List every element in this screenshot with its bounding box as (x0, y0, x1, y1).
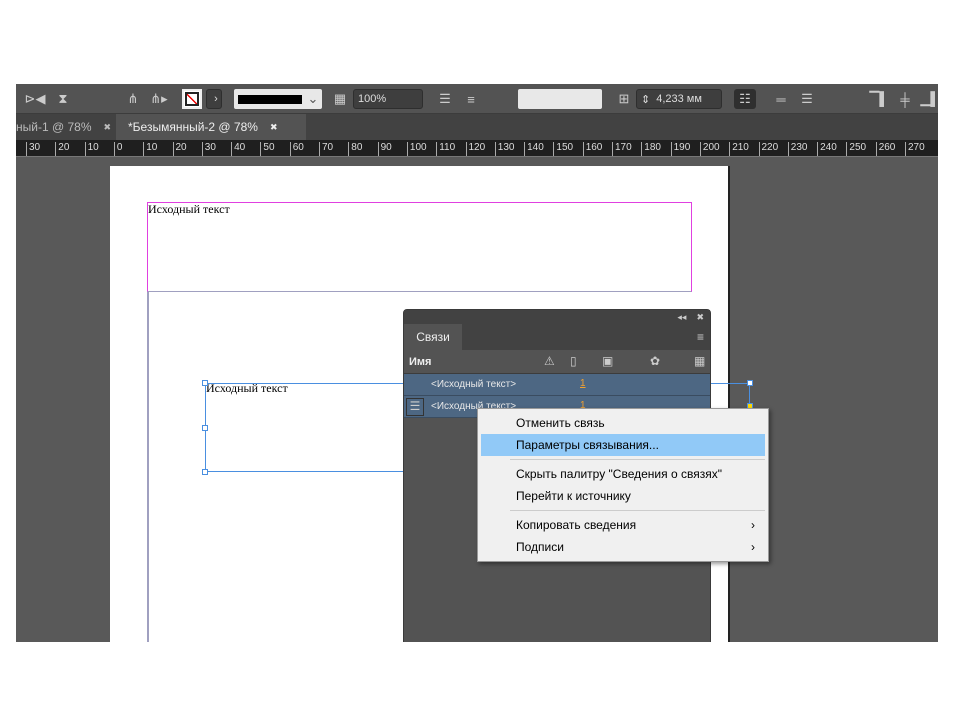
menu-item-label: Подписи (516, 540, 564, 554)
selection-handle[interactable] (202, 425, 208, 431)
tab-label: *Безымянный-2 @ 78% (128, 120, 258, 134)
align-bottom-icon[interactable]: ▁▌ (920, 89, 938, 109)
ruler-label: 200 (699, 142, 720, 156)
control-panel: ⊳◀ ⧗ ⋔ ⋔▸ › ⌄ ▦ 100% ☰ ≡ ⊞ ⇕ 4,233 мм ☷ ═… (16, 84, 938, 114)
menu-separator (510, 459, 765, 460)
opacity-value: 100% (358, 93, 387, 105)
columns-icon: ⊞ (618, 91, 630, 106)
ruler-label: 120 (465, 142, 485, 156)
tab-label: ный-1 @ 78% (16, 120, 92, 134)
align-top-icon[interactable]: ▔▌ (869, 89, 888, 109)
ruler-label: 270 (905, 142, 925, 156)
ruler-label: 10 (143, 142, 157, 156)
text-wrap-icon[interactable]: ☰ (436, 89, 454, 109)
close-icon[interactable]: ✖ (270, 122, 278, 133)
column-name-header[interactable]: Имя (409, 356, 431, 368)
menu-item-hide-link-info[interactable]: Скрыть палитру "Сведения о связях" (481, 463, 765, 485)
ruler-label: 70 (319, 142, 333, 156)
ruler-label: 190 (670, 142, 690, 156)
close-icon[interactable]: ✖ (696, 312, 704, 323)
link-page[interactable]: 1 (580, 378, 586, 389)
menu-item-go-to-source[interactable]: Перейти к источнику (481, 485, 765, 507)
menu-separator (510, 510, 765, 511)
ruler-label: 170 (612, 142, 632, 156)
document-icon: ☰ (406, 398, 424, 416)
menu-item-link-options[interactable]: Параметры связывания... (481, 434, 765, 456)
link-name: <Исходный текст> (431, 379, 517, 390)
ruler-label: 30 (26, 142, 40, 156)
stroke-none-icon[interactable] (182, 89, 202, 109)
tab-document-1[interactable]: ный-1 @ 78% ✖ (16, 114, 123, 140)
context-menu: Отменить связь Параметры связывания... С… (477, 408, 769, 562)
ruler-label: 230 (787, 142, 807, 156)
ruler-label: 100 (406, 142, 427, 156)
ruler-label: 150 (553, 142, 573, 156)
ruler-label: 90 (377, 142, 392, 156)
margin-guide (147, 292, 149, 642)
collapse-icon[interactable]: ◂◂ (677, 312, 686, 323)
ruler-label: 250 (846, 142, 866, 156)
align-list-icon[interactable]: ☷ (734, 89, 756, 109)
ruler-label: 240 (817, 142, 837, 156)
linked-text[interactable]: Исходный текст (206, 381, 288, 396)
stroke-menu-button[interactable]: › (206, 89, 222, 109)
ruler-label: 80 (348, 142, 362, 156)
palette-icon[interactable]: ✿ (650, 354, 660, 368)
menu-item-unlink[interactable]: Отменить связь (481, 412, 765, 434)
selection-handle[interactable] (202, 380, 208, 386)
select-container-icon[interactable]: ⋔ (124, 89, 142, 109)
ruler-label: 50 (260, 142, 275, 156)
link-row[interactable]: <Исходный текст> 1 (404, 374, 710, 396)
opacity-field[interactable]: 100% (353, 89, 423, 109)
ruler-label: 130 (494, 142, 514, 156)
ruler-label: 110 (436, 142, 455, 156)
chevron-right-icon: › (751, 518, 755, 532)
page-icon[interactable]: ▯ (570, 354, 577, 368)
source-text[interactable]: Исходный текст (148, 202, 230, 217)
offset-field[interactable]: ⇕ 4,233 мм (636, 89, 722, 109)
opacity-icon: ▦ (333, 91, 347, 106)
selection-handle[interactable] (747, 380, 753, 386)
horizontal-ruler[interactable]: 30 20 10 0 10 20 30 40 50 60 70 80 90 100 110 120 130 140… (16, 140, 938, 157)
ruler-label: 220 (758, 142, 778, 156)
chevron-right-icon: › (751, 540, 755, 554)
frame-style-dropdown[interactable] (518, 89, 602, 109)
ruler-label: 20 (55, 142, 69, 156)
ruler-label: 10 (84, 142, 99, 156)
ruler-label: 40 (231, 142, 245, 156)
selection-handle[interactable] (202, 469, 208, 475)
offset-value: 4,233 мм (656, 93, 702, 105)
tab-links[interactable]: Связи (404, 324, 462, 350)
menu-item-copy-info[interactable]: Копировать сведения › (481, 514, 765, 536)
text-wrap-2-icon[interactable]: ≡ (462, 89, 480, 109)
stroke-style-dropdown[interactable]: ⌄ (234, 89, 322, 109)
ruler-label: 160 (582, 142, 602, 156)
ruler-label: 140 (524, 142, 544, 156)
ruler-label: 30 (201, 142, 216, 156)
ruler-label: 180 (641, 142, 661, 156)
distribute-lines-icon[interactable]: ☰ (798, 89, 816, 109)
flip-vertical-icon[interactable]: ⧗ (52, 89, 74, 109)
ruler-label: 260 (875, 142, 895, 156)
menu-item-label: Копировать сведения (516, 518, 637, 532)
panel-menu-icon[interactable]: ≡ (697, 330, 704, 344)
warning-icon[interactable]: ⚠ (544, 354, 555, 368)
document-tabs: ный-1 @ 78% ✖ *Безымянный-2 @ 78% ✖ (16, 114, 938, 140)
ruler-label: 20 (172, 142, 187, 156)
ruler-label: 0 (113, 142, 122, 156)
align-lines-icon[interactable]: ═ (772, 89, 790, 109)
grid-icon[interactable]: ▦ (694, 354, 705, 368)
frame-icon[interactable]: ▣ (602, 354, 613, 368)
ruler-label: 210 (729, 142, 749, 156)
close-icon[interactable]: ✖ (104, 122, 112, 133)
menu-item-captions[interactable]: Подписи › (481, 536, 765, 558)
select-content-icon[interactable]: ⋔▸ (148, 89, 170, 109)
flip-horizontal-icon[interactable]: ⊳◀ (24, 89, 46, 109)
align-middle-icon[interactable]: ╪ (896, 89, 914, 109)
tab-document-2[interactable]: *Безымянный-2 @ 78% ✖ (116, 114, 306, 140)
ruler-label: 60 (289, 142, 304, 156)
